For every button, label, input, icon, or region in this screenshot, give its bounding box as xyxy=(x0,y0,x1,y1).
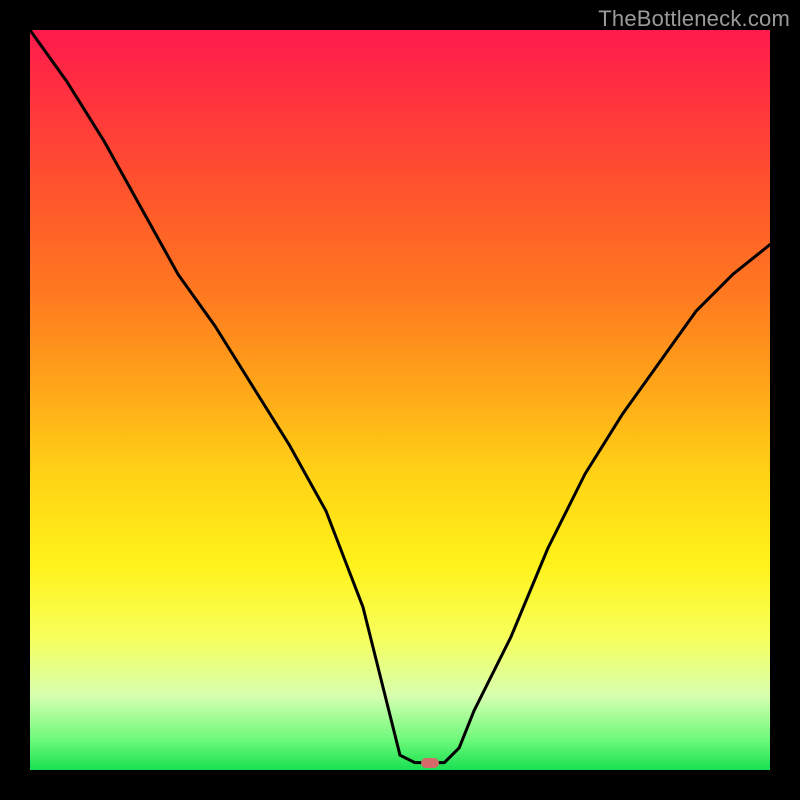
plot-area xyxy=(30,30,770,770)
bottleneck-curve xyxy=(30,30,770,770)
optimum-marker xyxy=(421,758,439,768)
chart-frame: TheBottleneck.com xyxy=(0,0,800,800)
watermark: TheBottleneck.com xyxy=(598,6,790,32)
